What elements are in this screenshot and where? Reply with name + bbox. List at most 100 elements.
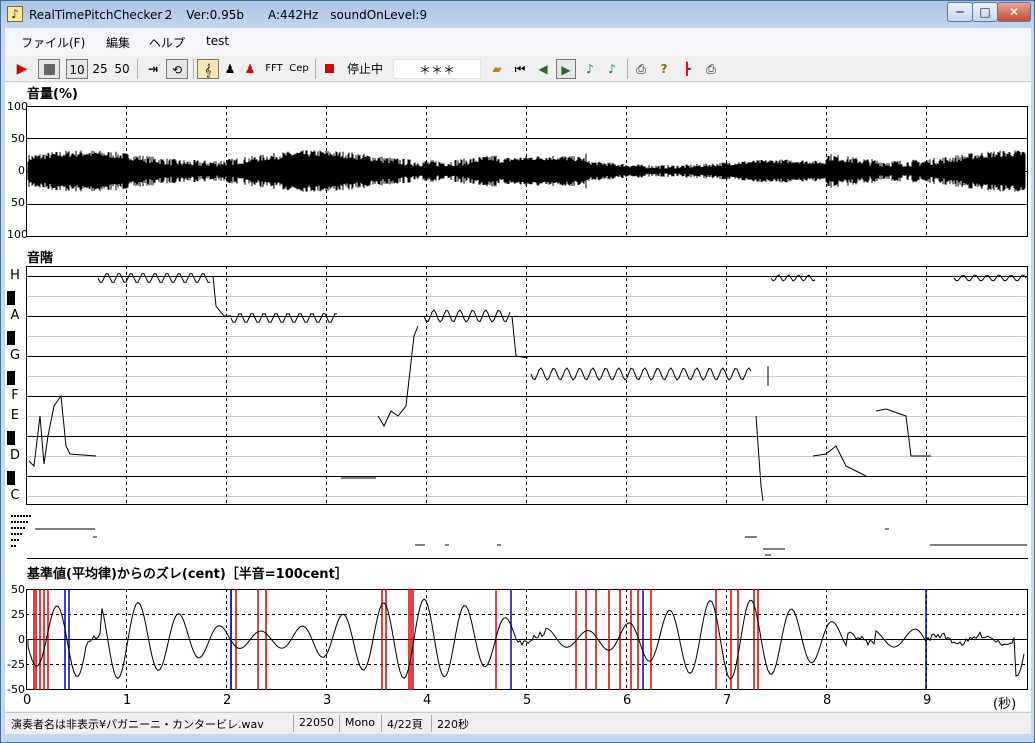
toolbar-separator xyxy=(627,59,628,79)
volume-y-label: 50 xyxy=(11,196,25,209)
time-tick: 6 xyxy=(623,693,632,708)
app-icon: ♪ xyxy=(7,6,23,22)
speed-50-button[interactable]: 50 xyxy=(113,59,131,79)
minimize-button[interactable]: ─ xyxy=(947,2,973,22)
harmonic-dot xyxy=(14,533,16,535)
scale-title: 音階 xyxy=(27,251,54,266)
deviation-y-label: 25 xyxy=(11,608,25,621)
close-button[interactable]: ✕ xyxy=(997,2,1031,22)
note-green-icon-2[interactable]: ♪ xyxy=(603,59,621,79)
marker-icon[interactable]: ┣ xyxy=(677,59,697,79)
status-separator xyxy=(339,715,340,732)
harmonic-dot xyxy=(17,515,19,517)
play-icon[interactable]: ▶ xyxy=(13,59,31,79)
volume-y-label: 100 xyxy=(7,100,28,113)
harmonic-dot xyxy=(20,521,22,523)
note-label-e: E xyxy=(10,408,20,423)
pitch-scale-plot[interactable] xyxy=(26,266,1028,505)
harmonic-dot xyxy=(17,539,19,541)
harmonic-dot xyxy=(17,533,19,535)
harmonic-dot xyxy=(23,515,25,517)
status-text: 停止中 xyxy=(346,62,383,76)
time-tick: 9 xyxy=(923,693,932,708)
client-area: ファイル(F) 編集 ヘルプ test ▶ 10 25 50 ⇥ ⟲ 𝄞 ♟ ♟… xyxy=(5,28,1031,734)
time-tick: 7 xyxy=(723,693,732,708)
person-icon[interactable]: ♟ xyxy=(221,59,239,79)
harmonic-dot xyxy=(11,545,13,547)
black-key xyxy=(7,291,15,305)
harmonic-dot xyxy=(14,515,16,517)
speed-10-button[interactable]: 10 xyxy=(66,59,88,79)
note-label-h: H xyxy=(10,268,20,283)
black-key xyxy=(7,471,15,485)
status-separator xyxy=(293,715,294,732)
volume-y-label: 50 xyxy=(11,132,25,145)
app-window: ♪ RealTimePitchChecker２ Ver:0.95b A:442H… xyxy=(0,0,1035,743)
status-separator xyxy=(431,715,432,732)
time-tick: 4 xyxy=(423,693,432,708)
printer-icon[interactable]: ⎙ xyxy=(701,59,721,79)
pitch-display: ＊＊＊ xyxy=(393,59,481,79)
fft-button[interactable]: FFT xyxy=(263,59,285,79)
harmonic-dot xyxy=(14,521,16,523)
cent-deviation-plot[interactable] xyxy=(26,589,1028,690)
harmonic-dot xyxy=(11,539,13,541)
open-folder-icon[interactable]: ▰ xyxy=(487,59,507,79)
note-label-d: D xyxy=(9,448,20,463)
volume-y-label: 0 xyxy=(18,164,25,177)
record-stop-icon[interactable] xyxy=(321,59,337,79)
deviation-y-label: -25 xyxy=(7,658,25,671)
time-tick: 2 xyxy=(223,693,232,708)
maximize-button[interactable]: □ xyxy=(972,2,998,22)
person-red-icon[interactable]: ♟ xyxy=(241,59,259,79)
prev-page-icon[interactable]: ◀ xyxy=(534,59,552,79)
violin-icon[interactable]: 𝄞 xyxy=(197,59,219,79)
status-bar: 演奏者名は非表示¥パガニーニ・カンタービレ.wav 22050 Mono 4/2… xyxy=(5,712,1031,734)
harmonic-dot xyxy=(26,521,28,523)
next-page-icon[interactable]: ▶ xyxy=(556,59,576,79)
note-green-icon[interactable]: ♪ xyxy=(581,59,599,79)
title-bar[interactable]: ♪ RealTimePitchChecker２ Ver:0.95b A:442H… xyxy=(1,1,1034,27)
menu-test[interactable]: test xyxy=(206,34,229,48)
harmonic-dot xyxy=(11,533,13,535)
menu-bar: ファイル(F) 編集 ヘルプ test xyxy=(5,28,1031,56)
toolbar-separator xyxy=(315,59,316,79)
harmonic-dot xyxy=(17,527,19,529)
volume-waveform-plot[interactable] xyxy=(26,106,1028,237)
status-page: 4/22頁 xyxy=(387,718,423,731)
harmonic-dot xyxy=(17,521,19,523)
note-label-a: A xyxy=(10,308,20,323)
deviation-y-label: 0 xyxy=(18,633,25,646)
loop-icon[interactable]: ⟲ xyxy=(166,59,188,79)
status-channels: Mono xyxy=(345,716,375,729)
status-sample-rate: 22050 xyxy=(299,716,334,729)
menu-help[interactable]: ヘルプ xyxy=(149,34,185,51)
help-icon[interactable]: ? xyxy=(655,59,673,79)
plot-area: 音量(%) 100 50 0 50 100 音階 H A G F E D C 基… xyxy=(5,83,1031,712)
toolbar: ▶ 10 25 50 ⇥ ⟲ 𝄞 ♟ ♟ FFT Cep 停止中 ＊＊＊ ▰ ⏮… xyxy=(5,56,1031,82)
note-label-g: G xyxy=(9,348,21,363)
harmonic-dot xyxy=(14,539,16,541)
volume-title: 音量(%) xyxy=(27,87,78,102)
menu-edit[interactable]: 編集 xyxy=(106,34,130,51)
status-file: 演奏者名は非表示¥パガニーニ・カンタービレ.wav xyxy=(11,718,264,731)
note-label-c: C xyxy=(10,488,20,503)
speed-25-button[interactable]: 25 xyxy=(91,59,109,79)
harmonic-dot xyxy=(26,515,28,517)
harmonics-background xyxy=(5,507,1028,559)
jump-end-icon[interactable]: ⇥ xyxy=(143,59,163,79)
harmonic-dot xyxy=(11,521,13,523)
harmonic-dot xyxy=(14,527,16,529)
harmonic-dot xyxy=(11,515,13,517)
print-icon[interactable]: ⎙ xyxy=(631,59,651,79)
harmonic-dot xyxy=(23,527,25,529)
menu-file[interactable]: ファイル(F) xyxy=(21,34,85,51)
first-page-icon[interactable]: ⏮ xyxy=(511,59,529,79)
status-duration: 220秒 xyxy=(437,718,469,731)
harmonics-strip xyxy=(5,507,1028,559)
time-tick: 5 xyxy=(523,693,532,708)
status-separator xyxy=(381,715,382,732)
cep-button[interactable]: Cep xyxy=(288,59,310,79)
stop-button[interactable] xyxy=(38,59,60,79)
toolbar-separator xyxy=(193,59,194,79)
